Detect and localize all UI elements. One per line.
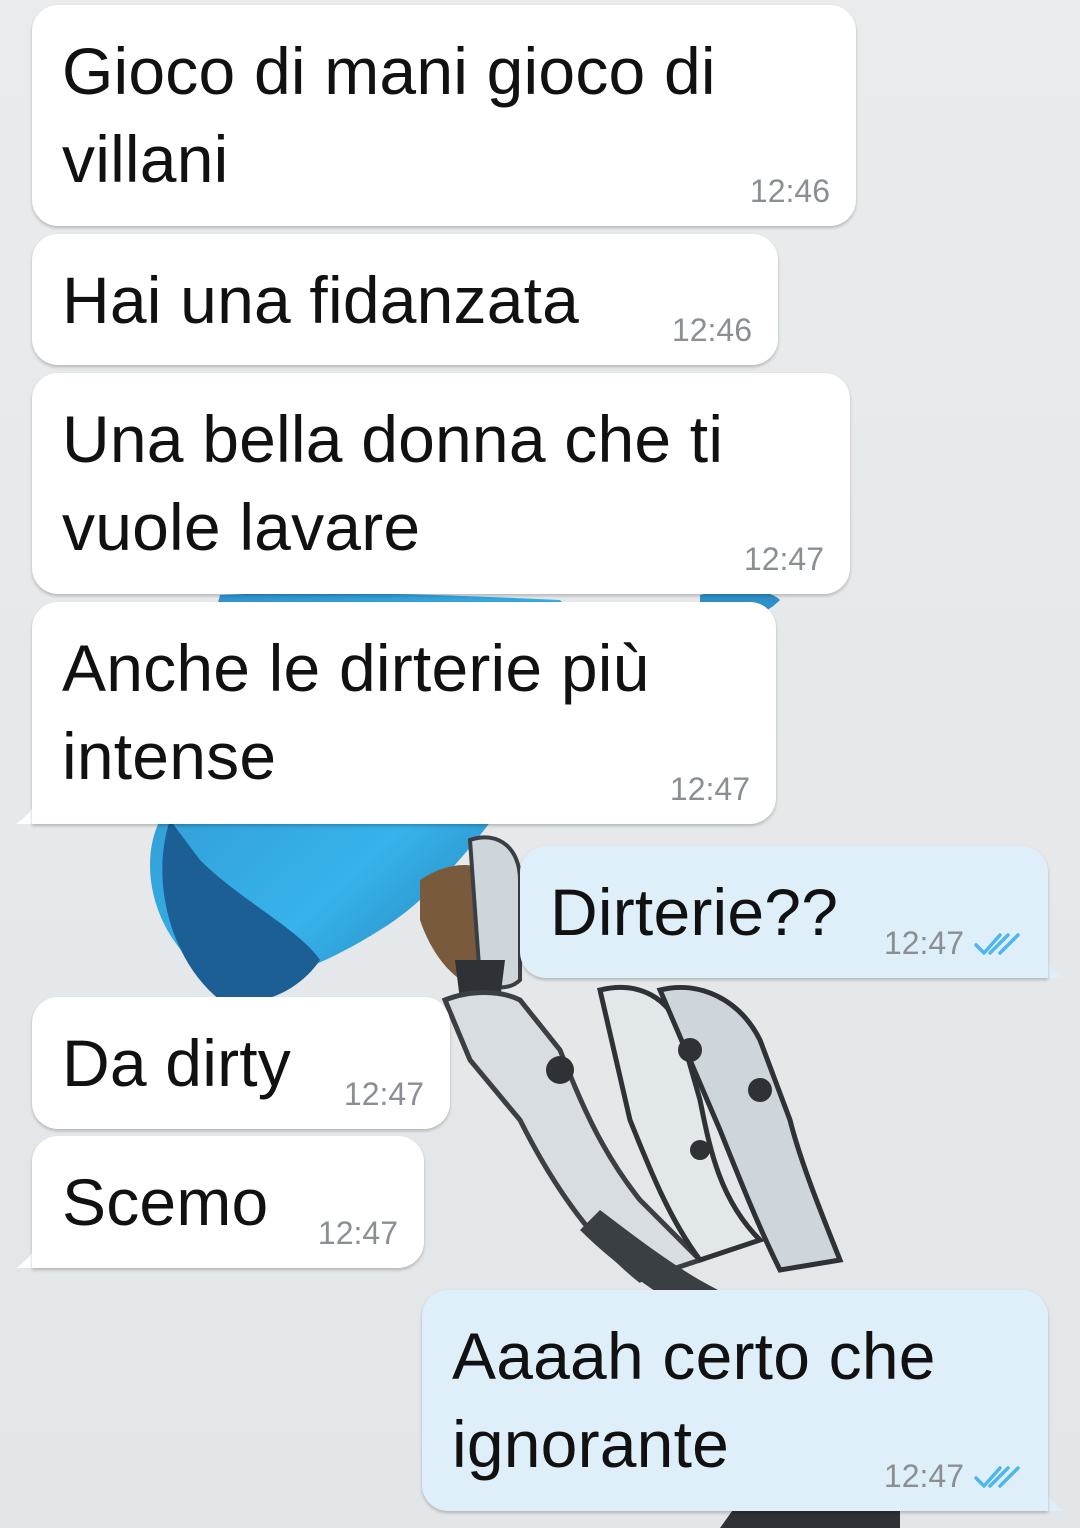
double-check-icon xyxy=(974,1465,1020,1488)
message-time: 12:47 xyxy=(883,925,964,961)
message-bubble-outgoing[interactable]: Dirterie?? 12:47 xyxy=(520,846,1048,978)
message-text: Una bella donna che ti vuole lavare xyxy=(62,402,724,564)
message-time: 12:46 xyxy=(671,312,752,348)
message-bubble-incoming[interactable]: Scemo 12:47 xyxy=(32,1136,424,1268)
message-bubble-outgoing[interactable]: Aaaah certo che ignorante 12:47 xyxy=(422,1290,1048,1511)
message-meta: 12:47 xyxy=(744,541,824,578)
message-time: 12:46 xyxy=(749,173,830,209)
double-check-icon xyxy=(974,932,1020,955)
message-meta: 12:47 xyxy=(884,925,1022,962)
message-bubble-incoming[interactable]: Hai una fidanzata 12:46 xyxy=(32,234,778,365)
message-bubble-incoming[interactable]: Una bella donna che ti vuole lavare 12:4… xyxy=(32,373,850,594)
message-meta: 12:46 xyxy=(750,173,830,210)
message-text: Gioco di mani gioco di villani xyxy=(62,34,716,196)
message-bubble-incoming[interactable]: Anche le dirterie più intense 12:47 xyxy=(32,602,776,824)
message-time: 12:47 xyxy=(669,771,750,807)
message-bubble-incoming[interactable]: Da dirty 12:47 xyxy=(32,997,450,1129)
message-time: 12:47 xyxy=(743,541,824,577)
message-meta: 12:47 xyxy=(344,1076,424,1113)
message-meta: 12:46 xyxy=(672,312,752,349)
message-bubble-incoming[interactable]: Gioco di mani gioco di villani 12:46 xyxy=(32,5,856,226)
message-text: Anche le dirterie più intense xyxy=(62,631,650,793)
message-meta: 12:47 xyxy=(318,1215,398,1252)
message-text: Hai una fidanzata xyxy=(62,263,580,337)
message-meta: 12:47 xyxy=(884,1458,1022,1495)
message-time: 12:47 xyxy=(883,1458,964,1494)
message-time: 12:47 xyxy=(317,1215,398,1251)
message-time: 12:47 xyxy=(343,1076,424,1112)
message-meta: 12:47 xyxy=(670,771,750,808)
